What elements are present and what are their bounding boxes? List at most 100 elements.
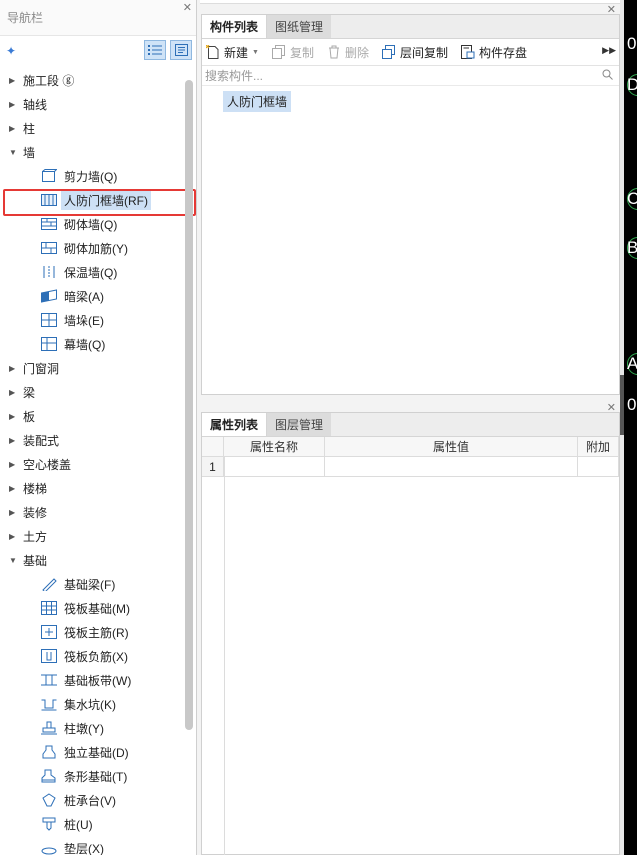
- top-strip: [200, 0, 620, 4]
- tree-category-door-window-opening[interactable]: ▶ 门窗洞: [0, 356, 184, 380]
- floor-copy-icon: [381, 44, 397, 60]
- tab-layer-management[interactable]: 图层管理: [267, 413, 332, 436]
- property-value-cell[interactable]: [325, 457, 578, 477]
- row-number: 1: [202, 457, 224, 477]
- table-row[interactable]: 1: [202, 457, 619, 477]
- tree-item-civil-defense-door-wall[interactable]: 人防门框墙(RF): [0, 188, 184, 212]
- expand-arrow-icon[interactable]: ▶: [9, 388, 19, 397]
- hidden-beam-icon: [40, 288, 58, 304]
- navigation-tree: ▶ 施工段 ⓖ ▶ 轴线 ▶ 柱 ▼ 墙 剪力墙(Q) 人防门框墙(RF) 砌体…: [0, 68, 184, 855]
- floor-copy-button[interactable]: 层间复制: [381, 44, 448, 61]
- tree-item-hidden-beam[interactable]: 暗梁(A): [0, 284, 184, 308]
- expand-arrow-icon[interactable]: ▶: [9, 460, 19, 469]
- tree-item-curtain-wall[interactable]: 幕墙(Q): [0, 332, 184, 356]
- tree-item-raft-main-rebar[interactable]: 筏板主筋(R): [0, 620, 184, 644]
- expand-arrow-icon[interactable]: ▶: [9, 100, 19, 109]
- save-component-button[interactable]: 构件存盘: [460, 44, 527, 61]
- tab-property-list[interactable]: 属性列表: [202, 413, 268, 436]
- column-header-extra[interactable]: 附加: [578, 437, 619, 457]
- civil-defense-door-wall-icon: [40, 192, 58, 208]
- expand-arrow-icon[interactable]: ▶: [9, 436, 19, 445]
- tree-item-sump-pit[interactable]: 集水坑(K): [0, 692, 184, 716]
- tab-component-list[interactable]: 构件列表: [202, 15, 268, 38]
- expand-arrow-icon[interactable]: ▶: [9, 124, 19, 133]
- more-tools-icon[interactable]: ▶▶: [602, 45, 616, 56]
- column-pier-icon: [40, 720, 58, 736]
- tree-item-column-pier[interactable]: 柱墩(Y): [0, 716, 184, 740]
- component-list-panel: ✕ 构件列表 图纸管理 新建 ▼ 复制 删除 层间复制 构件存盘 ▶▶ 搜索构件…: [201, 4, 620, 395]
- copy-button[interactable]: 复制: [271, 44, 314, 61]
- expand-arrow-icon[interactable]: ▶: [9, 532, 19, 541]
- row-number-header: [202, 437, 224, 457]
- tree-category-decoration[interactable]: ▶ 装修: [0, 500, 184, 524]
- list-view-button[interactable]: [144, 40, 166, 60]
- tree-item-foundation-strip[interactable]: 基础板带(W): [0, 668, 184, 692]
- tree-item-masonry-rebar[interactable]: 砌体加筋(Y): [0, 236, 184, 260]
- new-button[interactable]: 新建 ▼: [205, 44, 259, 61]
- drawing-canvas[interactable]: 00 D C B A 00: [624, 0, 637, 855]
- foundation-strip-icon: [40, 672, 58, 688]
- tree-item-cushion[interactable]: 垫层(X): [0, 836, 184, 855]
- tree-category-beam[interactable]: ▶ 梁: [0, 380, 184, 404]
- tree-category-earthwork[interactable]: ▶ 土方: [0, 524, 184, 548]
- expand-arrow-icon[interactable]: ▶: [9, 484, 19, 493]
- column-header-property-value[interactable]: 属性值: [325, 437, 578, 457]
- tree-category-slab[interactable]: ▶ 板: [0, 404, 184, 428]
- canvas-label: 00: [627, 395, 637, 414]
- canvas-axis-label: C: [627, 189, 637, 208]
- dropdown-caret-icon[interactable]: ▼: [252, 49, 259, 56]
- tree-item-insulation-wall[interactable]: 保温墙(Q): [0, 260, 184, 284]
- tree-category-hollow-floor[interactable]: ▶ 空心楼盖: [0, 452, 184, 476]
- extra-cell[interactable]: [578, 457, 619, 477]
- tree-item-foundation-beam[interactable]: 基础梁(F): [0, 572, 184, 596]
- curtain-wall-icon: [40, 336, 58, 352]
- close-icon[interactable]: ✕: [607, 401, 616, 414]
- expand-arrow-icon[interactable]: ▶: [9, 412, 19, 421]
- close-icon[interactable]: ✕: [607, 3, 616, 16]
- tree-item-isolated-foundation[interactable]: 独立基础(D): [0, 740, 184, 764]
- navigation-title: 导航栏: [7, 11, 44, 25]
- masonry-wall-icon: [40, 216, 58, 232]
- component-list-item[interactable]: 人防门框墙: [223, 91, 292, 112]
- insulation-wall-icon: [40, 264, 58, 280]
- tree-category-prefabricated[interactable]: ▶ 装配式: [0, 428, 184, 452]
- expand-arrow-icon[interactable]: ▶: [9, 508, 19, 517]
- tree-category-column[interactable]: ▶ 柱: [0, 116, 184, 140]
- tree-category-stairs[interactable]: ▶ 楼梯: [0, 476, 184, 500]
- navigation-scrollbar[interactable]: [185, 80, 193, 730]
- component-search-input[interactable]: [205, 68, 585, 83]
- search-icon[interactable]: [602, 69, 613, 83]
- tree-item-pile[interactable]: 桩(U): [0, 812, 184, 836]
- tree-item-raft-foundation[interactable]: 筏板基础(M): [0, 596, 184, 620]
- tree-category-axis[interactable]: ▶ 轴线: [0, 92, 184, 116]
- collapse-arrow-icon[interactable]: ▼: [9, 556, 19, 565]
- column-header-property-name[interactable]: 属性名称: [224, 437, 325, 457]
- tree-item-shear-wall[interactable]: 剪力墙(Q): [0, 164, 184, 188]
- navigation-panel: 导航栏 ✕ ✦ ▶ 施工段 ⓖ ▶ 轴线 ▶ 柱 ▼ 墙 剪力墙(Q) 人防门框…: [0, 0, 197, 855]
- tree-item-raft-negative-rebar[interactable]: 筏板负筋(X): [0, 644, 184, 668]
- tree-item-wall-pier[interactable]: 墙垛(E): [0, 308, 184, 332]
- pile-cap-icon: [40, 792, 58, 808]
- detail-view-button[interactable]: [170, 40, 192, 60]
- copy-icon: [271, 44, 287, 60]
- tree-category-wall[interactable]: ▼ 墙: [0, 140, 184, 164]
- property-name-cell[interactable]: [224, 457, 325, 477]
- row-number-divider: [224, 457, 225, 855]
- tree-item-strip-foundation[interactable]: 条形基础(T): [0, 764, 184, 788]
- delete-button[interactable]: 删除: [326, 44, 369, 61]
- tab-drawing-management[interactable]: 图纸管理: [267, 15, 332, 38]
- navigation-title-bar: 导航栏 ✕: [0, 0, 196, 36]
- expand-arrow-icon[interactable]: ▶: [9, 76, 19, 85]
- tree-category-construction-section[interactable]: ▶ 施工段 ⓖ: [0, 68, 184, 92]
- tree-category-foundation[interactable]: ▼ 基础: [0, 548, 184, 572]
- tree-item-pile-cap[interactable]: 桩承台(V): [0, 788, 184, 812]
- wall-pier-icon: [40, 312, 58, 328]
- sump-pit-icon: [40, 696, 58, 712]
- property-tabs: 属性列表 图层管理: [202, 413, 619, 437]
- collapse-arrow-icon[interactable]: ▼: [9, 148, 19, 157]
- property-panel: ✕ 属性列表 图层管理 属性名称 属性值 附加 1: [201, 402, 620, 855]
- close-icon[interactable]: ✕: [183, 3, 192, 14]
- pin-icon[interactable]: ✦: [6, 44, 16, 58]
- expand-arrow-icon[interactable]: ▶: [9, 364, 19, 373]
- tree-item-masonry-wall[interactable]: 砌体墙(Q): [0, 212, 184, 236]
